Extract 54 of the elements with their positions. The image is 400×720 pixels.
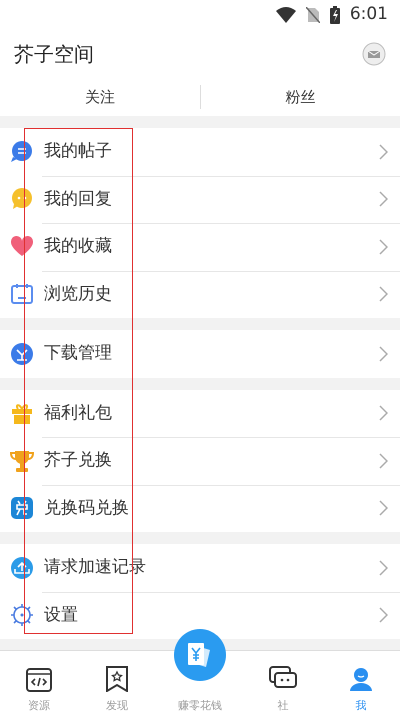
download-icon: [10, 342, 34, 366]
chevron-right-icon: [379, 144, 388, 160]
menu-item[interactable]: 下载管理: [0, 330, 400, 378]
menu-item[interactable]: 福利礼包: [0, 390, 400, 437]
chevron-right-icon: [379, 607, 388, 624]
chevron-right-icon: [379, 238, 388, 255]
wifi-icon: [276, 7, 296, 23]
chevron-right-icon: [379, 346, 388, 362]
menu-label: 我的回复: [44, 188, 113, 210]
exchange-icon: [10, 496, 34, 520]
menu-label: 下载管理: [44, 342, 113, 365]
status-time: 6:01: [350, 3, 388, 26]
menu-label: 芥子兑换: [44, 449, 113, 472]
mail-icon[interactable]: [362, 42, 386, 66]
heart-icon: [10, 234, 34, 259]
gift-icon: [10, 401, 34, 426]
no-sim-icon: [306, 7, 320, 23]
chevron-right-icon: [379, 286, 388, 302]
code-icon: [26, 668, 52, 692]
nav-label: 资源: [28, 698, 50, 714]
nav-label: 发现: [106, 698, 128, 714]
money-button[interactable]: [174, 629, 226, 681]
battery-icon: [330, 6, 340, 24]
menu-label: 我的帖子: [44, 140, 113, 163]
menu-label: 浏览历史: [44, 282, 113, 306]
user-icon: [349, 666, 373, 692]
bookmark-icon: [106, 666, 128, 692]
menu-item[interactable]: 我的帖子: [0, 128, 400, 176]
chevron-right-icon: [379, 560, 388, 576]
trophy-icon: [10, 448, 34, 473]
chevron-right-icon: [379, 191, 388, 208]
chat-dots-icon: [10, 187, 34, 212]
menu-item[interactable]: 浏览历史: [0, 270, 400, 318]
menu-item[interactable]: 设置: [0, 592, 400, 639]
menu-item[interactable]: 我的收藏: [0, 223, 400, 270]
chevron-right-icon: [379, 405, 388, 422]
chat-icon: [10, 140, 34, 164]
nav-label: 我: [356, 698, 366, 714]
menu-label: 设置: [44, 604, 79, 626]
tab[interactable]: 关注: [0, 80, 200, 114]
nav-label: 社: [278, 698, 288, 714]
menu-label: 我的收藏: [44, 235, 113, 258]
page-title: 芥子空间: [14, 41, 94, 68]
upload-icon: [10, 556, 34, 580]
menu-item[interactable]: 我的回复: [0, 176, 400, 223]
menu-item[interactable]: 兑换码兑换: [0, 484, 400, 532]
menu-item[interactable]: 芥子兑换: [0, 437, 400, 484]
calendar-icon: [10, 282, 34, 306]
chevron-right-icon: [379, 500, 388, 516]
tab[interactable]: 粉丝: [200, 80, 400, 114]
menu-label: 福利礼包: [44, 402, 113, 424]
menu-label: 兑换码兑换: [44, 496, 130, 520]
chevron-right-icon: [379, 452, 388, 469]
gear-icon: [10, 603, 34, 628]
